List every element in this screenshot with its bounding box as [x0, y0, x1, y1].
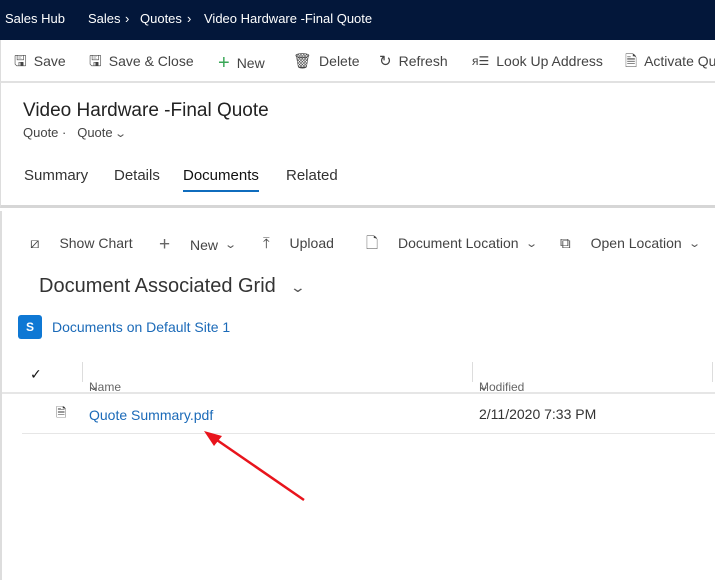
annotation-arrow: [204, 431, 305, 502]
